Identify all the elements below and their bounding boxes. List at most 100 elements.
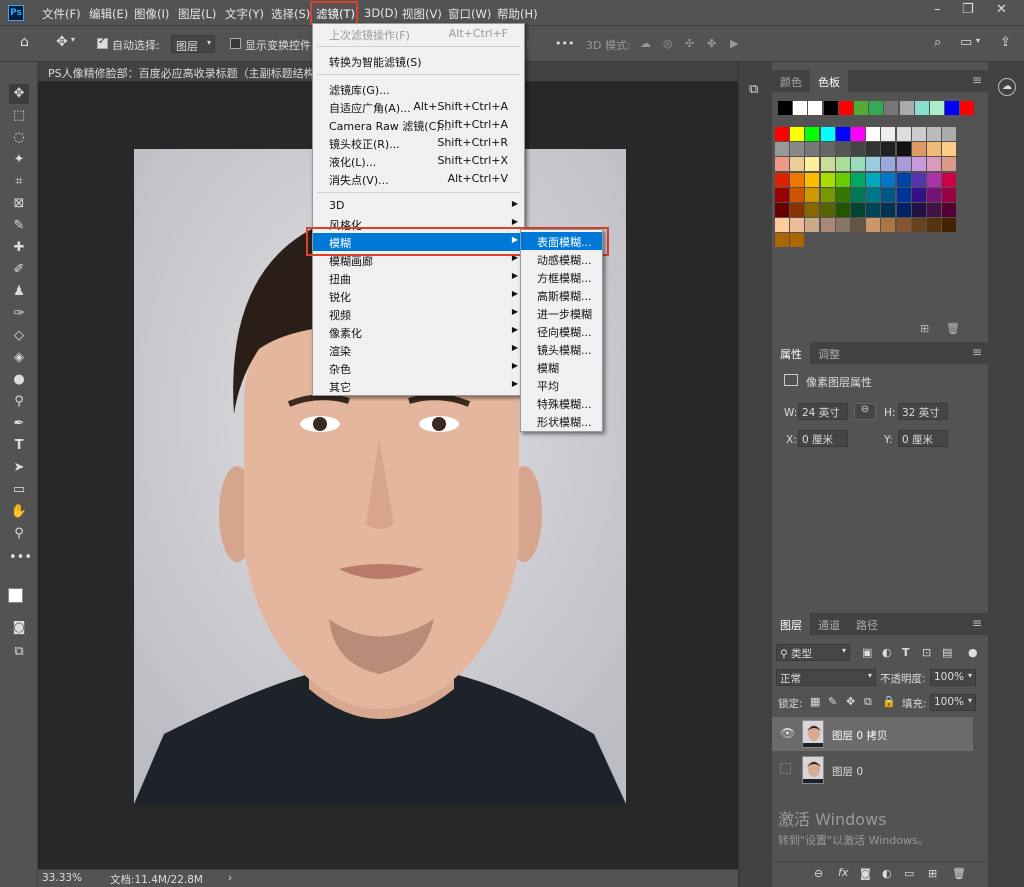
tab-channels[interactable]: 通道 [818,617,840,633]
submenu-item-smart-blur[interactable]: 特殊模糊... [521,394,602,412]
color-swatch[interactable] [851,203,865,217]
menu-view[interactable]: 视图(V) [402,6,442,22]
visibility-eye-icon[interactable]: 👁 [780,726,795,740]
color-swatch[interactable] [899,101,914,115]
menu-item-other[interactable]: 其它 ▶ [313,377,524,395]
maximize-icon[interactable]: ❐ [962,2,974,17]
menu-window[interactable]: 窗口(W) [448,6,491,22]
path-selection-icon[interactable]: ➤ [9,458,29,478]
color-swatch[interactable] [911,187,926,202]
panel-menu-icon[interactable]: ≡ [972,73,982,87]
submenu-item-gaussian-blur[interactable]: 高斯模糊... [521,286,602,304]
menu-help[interactable]: 帮助(H) [497,6,538,22]
workspace-icon[interactable]: ▭ [960,35,972,50]
color-swatch[interactable] [881,187,896,202]
color-swatch[interactable] [881,157,896,172]
menu-file[interactable]: 文件(F) [42,6,81,22]
color-swatch[interactable] [835,172,850,187]
menu-item-lens-correction[interactable]: 镜头校正(R)... Shift+Ctrl+R [313,134,524,152]
layer-mask-icon[interactable]: ◙ [860,867,871,880]
move-tool-icon[interactable]: ✥ [56,34,68,50]
3d-pan-icon[interactable]: ✣ [685,37,694,50]
color-swatch[interactable] [866,157,881,172]
color-swatch[interactable] [775,233,789,248]
menu-item-distort[interactable]: 扭曲 ▶ [313,269,524,287]
color-swatch[interactable] [927,203,941,217]
color-swatch[interactable] [775,172,789,187]
color-swatch[interactable] [881,172,896,187]
color-swatch[interactable] [790,187,805,202]
crop-tool-icon[interactable]: ⌗ [9,172,29,192]
color-swatch[interactable] [851,127,865,141]
3d-slide-icon[interactable]: ✤ [707,37,716,50]
edit-toolbar-icon[interactable]: ••• [9,548,32,568]
lasso-tool-icon[interactable]: ◌ [9,128,29,148]
status-chevron-icon[interactable]: › [228,872,232,884]
color-swatch[interactable] [820,218,835,233]
color-swatch[interactable] [927,218,941,233]
color-swatch[interactable] [942,203,957,217]
color-swatch[interactable] [790,127,805,141]
menu-item-adaptive-wide-angle[interactable]: 自适应广角(A)... Alt+Shift+Ctrl+A [313,98,524,116]
color-swatch[interactable] [835,142,850,157]
fill-input[interactable]: 100% ▾ [930,694,976,711]
layer-row-top[interactable]: 👁 图层 0 拷贝 [772,717,973,751]
y-input[interactable]: 0 厘米 [898,430,948,447]
color-swatch[interactable] [896,187,911,202]
3d-roll-icon[interactable]: ◎ [663,37,673,50]
color-swatch[interactable] [945,101,960,115]
zoom-tool-icon[interactable]: ⚲ [9,524,29,544]
color-swatch[interactable] [775,127,789,141]
screen-mode-icon[interactable]: ⧉ [9,642,29,662]
color-swatch[interactable] [884,101,899,115]
rectangle-tool-icon[interactable]: ▭ [9,480,29,500]
color-swatch[interactable] [775,218,789,233]
visibility-toggle-empty[interactable] [780,763,791,774]
layer-row-bottom[interactable]: 图层 0 [772,753,973,787]
panel-menu-icon[interactable]: ≡ [972,616,982,630]
clone-stamp-icon[interactable]: ♟ [9,282,29,302]
color-swatch[interactable] [896,157,911,172]
color-swatch[interactable] [866,218,881,233]
color-swatch[interactable] [896,142,911,157]
color-swatch[interactable] [805,157,820,172]
color-swatch[interactable] [914,101,929,115]
color-swatch[interactable] [835,218,850,233]
color-swatch[interactable] [790,233,805,248]
tab-layers[interactable]: 图层 [772,613,810,635]
color-swatch[interactable] [790,142,805,157]
panel-menu-icon[interactable]: ≡ [972,345,982,359]
lock-artboard-icon[interactable]: ⧉ [864,695,872,709]
opacity-input[interactable]: 100% ▾ [930,669,976,686]
color-swatch[interactable] [823,101,838,115]
color-swatch[interactable] [896,203,911,217]
color-swatch[interactable] [805,142,820,157]
creative-cloud-icon[interactable]: ☁ [998,78,1016,96]
color-swatch[interactable] [942,187,957,202]
color-swatch[interactable] [790,218,805,233]
auto-select-dropdown[interactable]: 图层 ▾ [171,35,215,53]
color-swatch[interactable] [820,203,835,217]
lock-paint-icon[interactable]: ✎ [828,695,837,708]
height-input[interactable]: 32 英寸 [898,403,948,420]
color-swatch[interactable] [838,101,853,115]
color-swatch[interactable] [851,157,865,172]
color-swatch[interactable] [793,101,808,115]
color-swatch[interactable] [911,127,926,141]
color-swatch[interactable] [835,157,850,172]
paint-bucket-icon[interactable]: ◈ [9,348,29,368]
3d-camera-icon[interactable]: ▶ [730,37,738,50]
color-swatch[interactable] [960,101,975,115]
color-swatch[interactable] [911,218,926,233]
move-tool-icon[interactable]: ✥ [9,84,29,104]
show-transform-checkbox[interactable] [230,38,241,49]
search-icon[interactable]: ⌕ [934,35,941,50]
auto-select-checkbox[interactable] [97,36,108,49]
color-swatch[interactable] [805,127,820,141]
color-swatch[interactable] [790,157,805,172]
hand-tool-icon[interactable]: ✋ [9,502,29,522]
tab-color[interactable]: 颜色 [780,74,802,90]
menu-layer[interactable]: 图层(L) [178,6,216,22]
chevron-down-icon[interactable]: ▾ [976,36,980,45]
color-swatch[interactable] [805,203,820,217]
